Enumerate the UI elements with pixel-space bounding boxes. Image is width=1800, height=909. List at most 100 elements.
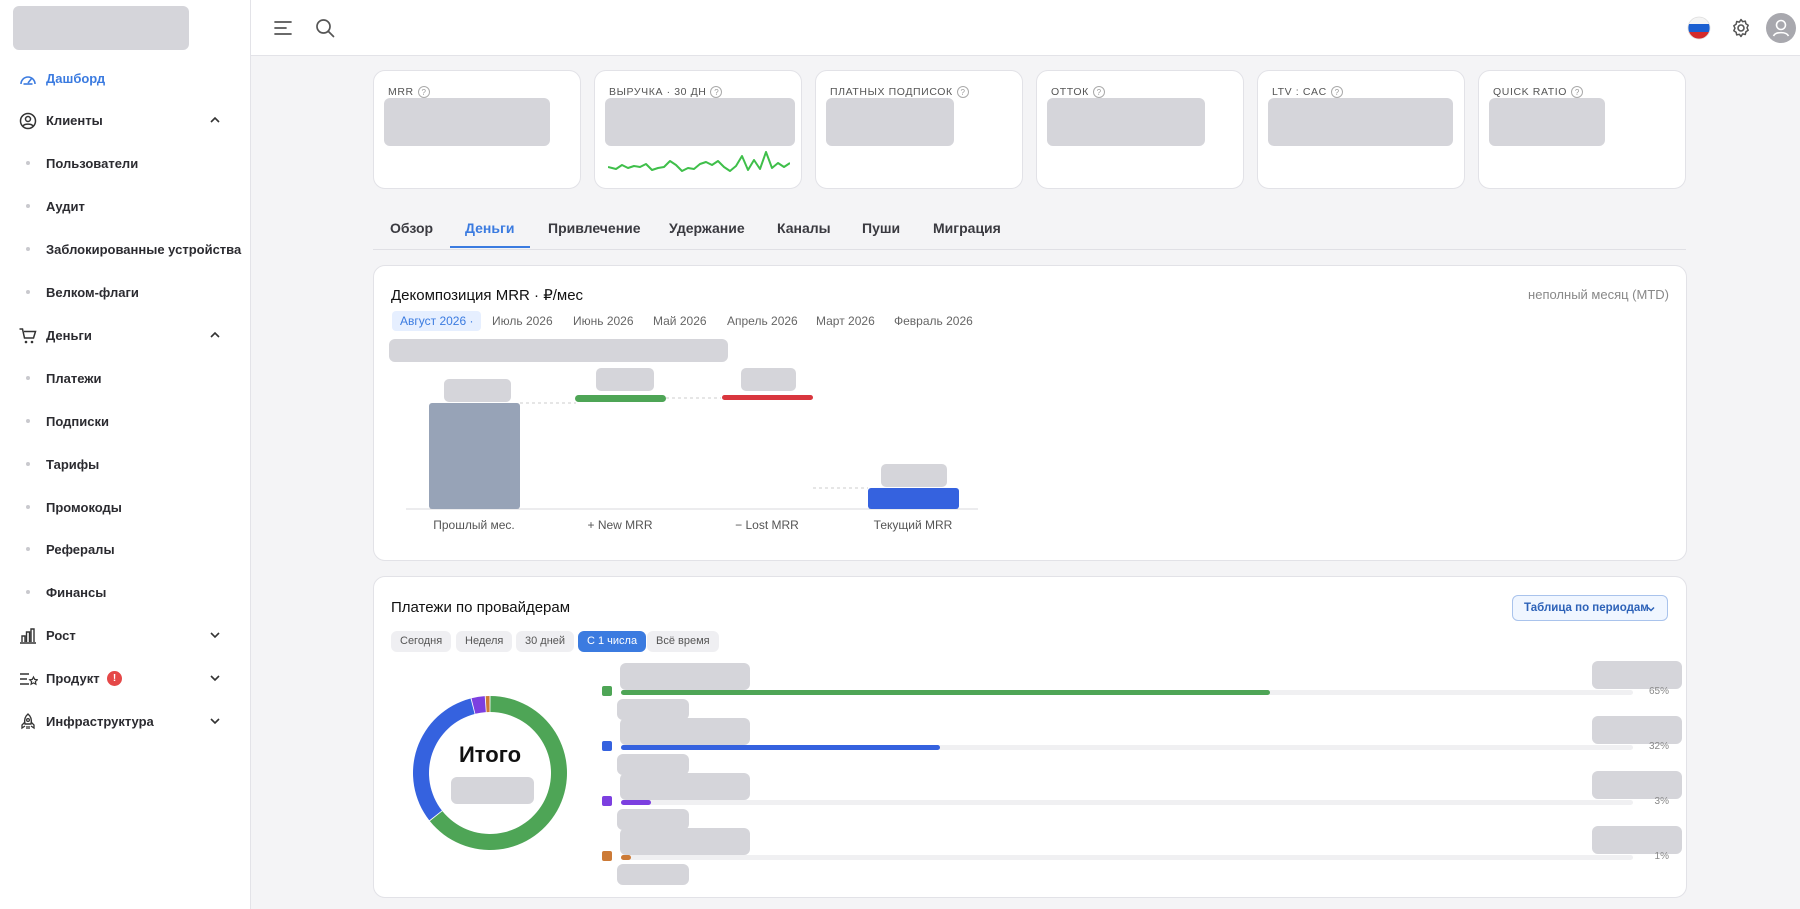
sidebar-item-growth[interactable]: Рост — [0, 618, 251, 652]
list-star-icon — [20, 673, 38, 686]
chevron-up-icon[interactable] — [208, 113, 222, 127]
kpi-value-placeholder — [826, 98, 954, 146]
sidebar-item-subscriptions[interactable]: Подписки — [0, 404, 251, 438]
sidebar-item-payments[interactable]: Платежи — [0, 361, 251, 395]
help-icon[interactable]: ? — [956, 86, 969, 98]
logo — [13, 6, 189, 50]
help-icon[interactable]: ? — [1092, 86, 1105, 98]
period-pill-30d[interactable]: 30 дней — [516, 631, 575, 652]
x-axis-label: − Lost MRR — [735, 518, 799, 532]
kpi-card-revenue: ВЫРУЧКА · 30 ДН? — [594, 70, 802, 189]
bar-value-placeholder — [596, 368, 654, 391]
user-icon — [1772, 19, 1790, 37]
chevron-down-icon[interactable] — [208, 671, 222, 685]
sidebar-item-clients[interactable]: Клиенты — [0, 103, 251, 137]
month-chip[interactable]: Февраль 2026 — [886, 311, 981, 331]
sidebar-item-label: Инфраструктура — [46, 713, 154, 729]
provider-bar-fill — [621, 855, 631, 860]
provider-color-swatch — [602, 796, 612, 806]
provider-color-swatch — [602, 686, 612, 696]
tab-channels[interactable]: Каналы — [777, 220, 831, 236]
period-pill-week[interactable]: Неделя — [456, 631, 513, 652]
sidebar-item-welcome-flags[interactable]: Велком-флаги — [0, 275, 251, 309]
kpi-value-placeholder — [605, 98, 795, 146]
month-chip[interactable]: Август 2026 · — [392, 311, 482, 331]
avatar[interactable] — [1766, 13, 1796, 43]
month-chip[interactable]: Апрель 2026 — [719, 311, 806, 331]
month-chip[interactable]: Март 2026 — [808, 311, 883, 331]
bullet-icon — [26, 247, 30, 251]
help-icon[interactable]: ? — [1571, 86, 1584, 98]
sidebar-item-blocked-devices[interactable]: Заблокированные устройства — [0, 232, 251, 266]
sidebar-item-label: Продукт — [46, 670, 100, 686]
provider-value-placeholder — [1592, 661, 1682, 689]
sidebar-item-promocodes[interactable]: Промокоды — [0, 490, 251, 524]
month-chip[interactable]: Июль 2026 — [484, 311, 561, 331]
bullet-icon — [26, 376, 30, 380]
kpi-title-row: ПЛАТНЫХ ПОДПИСОК? — [830, 86, 969, 98]
sidebar-item-label: Платежи — [46, 370, 102, 386]
provider-color-swatch — [602, 741, 612, 751]
card-title: Декомпозиция MRR · ₽/мес — [391, 287, 584, 304]
sidebar-item-tariffs[interactable]: Тарифы — [0, 447, 251, 481]
sidebar-item-label: Подписки — [46, 413, 109, 429]
menu-icon[interactable] — [272, 17, 294, 39]
tab-acquisition[interactable]: Привлечение — [548, 220, 641, 236]
chevron-down-icon[interactable] — [208, 714, 222, 728]
period-pill-month-start[interactable]: С 1 числа — [578, 631, 647, 652]
help-icon[interactable]: ? — [417, 86, 430, 98]
kpi-card-quick-ratio: QUICK RATIO? — [1478, 70, 1686, 189]
previous-mrr-bar — [429, 403, 520, 509]
mrr-waterfall-chart — [406, 368, 978, 510]
sidebar-item-money[interactable]: Деньги — [0, 318, 251, 352]
new-mrr-bar — [575, 395, 666, 402]
gauge-icon — [20, 76, 36, 85]
sidebar-item-audit[interactable]: Аудит — [0, 189, 251, 223]
sidebar-item-referrals[interactable]: Рефералы — [0, 532, 251, 566]
provider-bar-fill — [621, 690, 1270, 695]
sidebar-item-users[interactable]: Пользователи — [0, 146, 251, 180]
russia-flag-icon[interactable] — [1687, 16, 1711, 40]
kpi-title: ПЛАТНЫХ ПОДПИСОК — [830, 86, 953, 98]
sidebar-item-label: Дашборд — [46, 70, 106, 86]
x-axis-label: Текущий MRR — [873, 518, 953, 532]
search-icon[interactable] — [314, 17, 336, 39]
tab-migration[interactable]: Миграция — [933, 220, 1001, 236]
period-table-dropdown[interactable]: Таблица по периодам — [1512, 595, 1668, 621]
cart-icon — [19, 328, 37, 344]
kpi-title: LTV : CAC — [1272, 86, 1327, 98]
provider-name-placeholder — [620, 663, 750, 690]
user-circle-icon — [19, 112, 37, 130]
gear-icon[interactable] — [1730, 17, 1752, 39]
provider-name-placeholder — [620, 828, 750, 855]
sidebar-item-dashboard[interactable]: Дашборд — [0, 61, 251, 95]
provider-name-placeholder — [620, 718, 750, 745]
provider-amount-placeholder — [617, 699, 689, 720]
tab-money[interactable]: Деньги — [465, 220, 514, 236]
provider-value-placeholder — [1592, 716, 1682, 744]
provider-value-placeholder — [1592, 771, 1682, 799]
bar-value-placeholder — [444, 379, 511, 402]
alert-badge: ! — [107, 671, 122, 686]
provider-percent: 1% — [1654, 851, 1669, 862]
kpi-value-placeholder — [1489, 98, 1605, 146]
kpi-card-churn: ОТТОК? — [1036, 70, 1244, 189]
tab-retention[interactable]: Удержание — [669, 220, 745, 236]
sidebar-item-infrastructure[interactable]: Инфраструктура — [0, 704, 251, 738]
period-pill-today[interactable]: Сегодня — [391, 631, 452, 652]
kpi-title-row: QUICK RATIO? — [1493, 86, 1584, 98]
month-chip[interactable]: Май 2026 — [645, 311, 715, 331]
donut-center-label: Итого — [458, 742, 522, 767]
sidebar-item-finance[interactable]: Финансы — [0, 575, 251, 609]
provider-bar-fill — [621, 800, 651, 805]
period-pill-all-time[interactable]: Всё время — [647, 631, 719, 652]
help-icon[interactable]: ? — [710, 86, 723, 98]
chevron-down-icon[interactable] — [208, 628, 222, 642]
sidebar-item-product[interactable]: Продукт ! — [0, 661, 251, 695]
kpi-value-placeholder — [1268, 98, 1453, 146]
chevron-up-icon[interactable] — [208, 328, 222, 342]
tab-push[interactable]: Пуши — [862, 220, 900, 236]
tab-overview[interactable]: Обзор — [390, 220, 433, 236]
help-icon[interactable]: ? — [1330, 86, 1343, 98]
month-chip[interactable]: Июнь 2026 — [565, 311, 642, 331]
